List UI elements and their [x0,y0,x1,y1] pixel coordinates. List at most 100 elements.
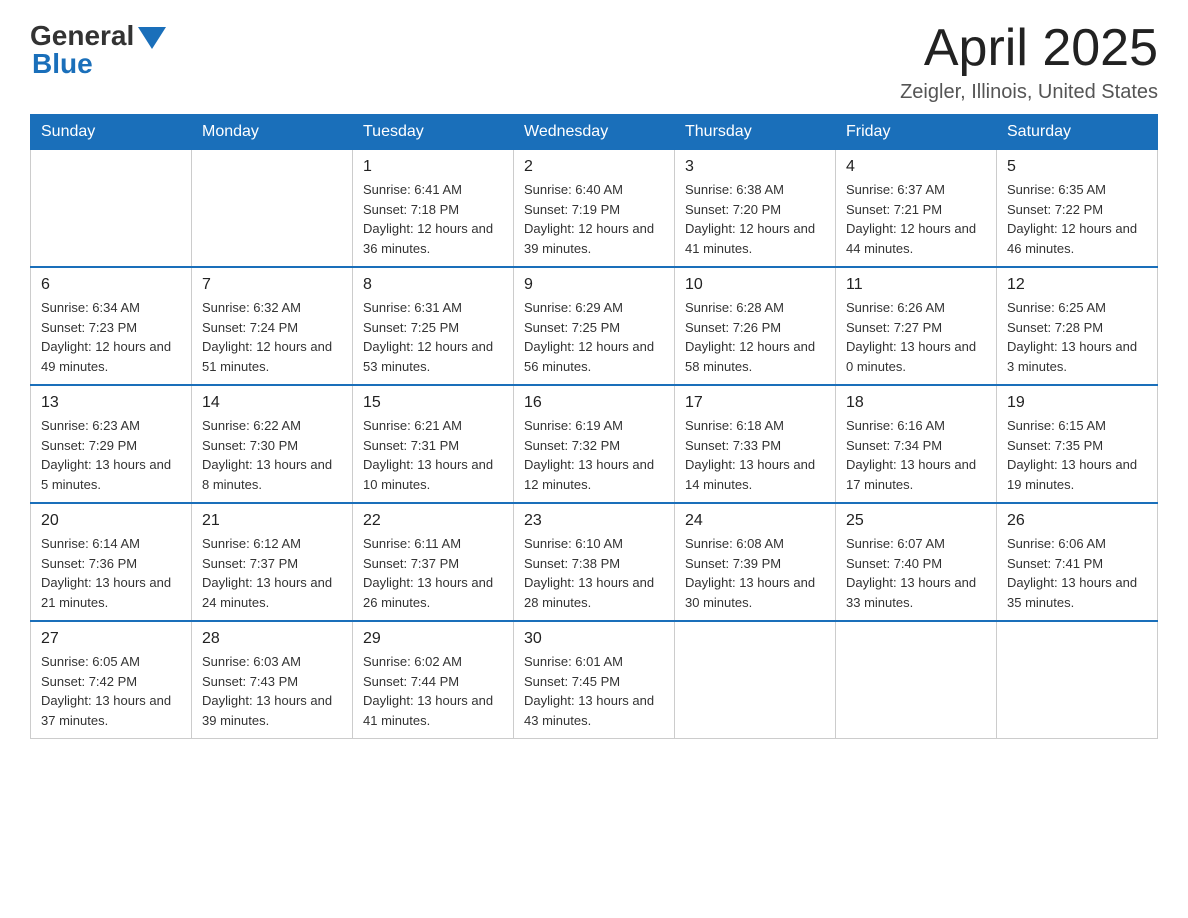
calendar-cell: 7Sunrise: 6:32 AMSunset: 7:24 PMDaylight… [192,267,353,385]
calendar-table: SundayMondayTuesdayWednesdayThursdayFrid… [30,114,1158,739]
day-info: Sunrise: 6:28 AMSunset: 7:26 PMDaylight:… [685,298,825,376]
logo-blue-text: Blue [32,48,93,80]
day-info: Sunrise: 6:11 AMSunset: 7:37 PMDaylight:… [363,534,503,612]
day-info: Sunrise: 6:05 AMSunset: 7:42 PMDaylight:… [41,652,181,730]
day-info: Sunrise: 6:41 AMSunset: 7:18 PMDaylight:… [363,180,503,258]
col-header-thursday: Thursday [675,115,836,150]
day-number: 8 [363,276,503,294]
calendar-cell: 24Sunrise: 6:08 AMSunset: 7:39 PMDayligh… [675,503,836,621]
calendar-cell: 13 Sunrise: 6:23 AMSunset: 7:29 PMDayligh… [31,385,192,503]
day-info: Sunrise: 6:40 AMSunset: 7:19 PMDaylight:… [524,180,664,258]
day-number: 3 [685,158,825,176]
calendar-cell: 3 Sunrise: 6:38 AMSunset: 7:20 PMDaylight… [675,150,836,268]
calendar-cell: 20 Sunrise: 6:14 AMSunset: 7:36 PMDayligh… [31,503,192,621]
day-info: Sunrise: 6:18 AMSunset: 7:33 PMDaylight:… [685,416,825,494]
day-info: Sunrise: 6:22 AMSunset: 7:30 PMDaylight:… [202,416,342,494]
calendar-cell: 4Sunrise: 6:37 AMSunset: 7:21 PMDaylight… [836,150,997,268]
calendar-cell: 10Sunrise: 6:28 AMSunset: 7:26 PMDayligh… [675,267,836,385]
day-info: Sunrise: 6:19 AMSunset: 7:32 PMDaylight:… [524,416,664,494]
calendar-cell: 19Sunrise: 6:15 AMSunset: 7:35 PMDayligh… [997,385,1158,503]
day-info: Sunrise: 6:35 AMSunset: 7:22 PMDaylight:… [1007,180,1147,258]
day-number: 23 [524,512,664,530]
day-info: Sunrise: 6:38 AMSunset: 7:20 PMDaylight:… [685,180,825,258]
day-number: 20 [41,512,181,530]
day-info: Sunrise: 6:21 AMSunset: 7:31 PMDaylight:… [363,416,503,494]
day-number: 6 [41,276,181,294]
calendar-cell: 15 Sunrise: 6:21 AMSunset: 7:31 PMDayligh… [353,385,514,503]
day-info: Sunrise: 6:07 AMSunset: 7:40 PMDaylight:… [846,534,986,612]
day-info: Sunrise: 6:01 AMSunset: 7:45 PMDaylight:… [524,652,664,730]
day-number: 18 [846,394,986,412]
logo: General Blue [30,20,166,80]
day-info: Sunrise: 6:34 AMSunset: 7:23 PMDaylight:… [41,298,181,376]
day-number: 29 [363,630,503,648]
calendar-cell: 22 Sunrise: 6:11 AMSunset: 7:37 PMDayligh… [353,503,514,621]
col-header-friday: Friday [836,115,997,150]
calendar-cell [192,150,353,268]
day-number: 21 [202,512,342,530]
day-number: 25 [846,512,986,530]
calendar-title: April 2025 [900,20,1158,77]
calendar-cell: 30 Sunrise: 6:01 AMSunset: 7:45 PMDayligh… [514,621,675,739]
day-number: 16 [524,394,664,412]
title-section: April 2025 Zeigler, Illinois, United Sta… [900,20,1158,104]
logo-icon [136,23,166,49]
calendar-cell: 29 Sunrise: 6:02 AMSunset: 7:44 PMDayligh… [353,621,514,739]
col-header-saturday: Saturday [997,115,1158,150]
day-number: 13 [41,394,181,412]
day-info: Sunrise: 6:23 AMSunset: 7:29 PMDaylight:… [41,416,181,494]
col-header-tuesday: Tuesday [353,115,514,150]
calendar-cell: 23 Sunrise: 6:10 AMSunset: 7:38 PMDayligh… [514,503,675,621]
day-number: 15 [363,394,503,412]
day-number: 11 [846,276,986,294]
calendar-cell [675,621,836,739]
calendar-header-row: SundayMondayTuesdayWednesdayThursdayFrid… [31,115,1158,150]
calendar-cell: 6 Sunrise: 6:34 AMSunset: 7:23 PMDaylight… [31,267,192,385]
calendar-cell: 16 Sunrise: 6:19 AMSunset: 7:32 PMDayligh… [514,385,675,503]
day-number: 4 [846,158,986,176]
day-number: 9 [524,276,664,294]
calendar-cell: 14 Sunrise: 6:22 AMSunset: 7:30 PMDayligh… [192,385,353,503]
col-header-monday: Monday [192,115,353,150]
calendar-cell: 27 Sunrise: 6:05 AMSunset: 7:42 PMDayligh… [31,621,192,739]
day-info: Sunrise: 6:26 AMSunset: 7:27 PMDaylight:… [846,298,986,376]
calendar-week-row: 13 Sunrise: 6:23 AMSunset: 7:29 PMDayligh… [31,385,1158,503]
calendar-cell: 26Sunrise: 6:06 AMSunset: 7:41 PMDayligh… [997,503,1158,621]
calendar-cell: 12Sunrise: 6:25 AMSunset: 7:28 PMDayligh… [997,267,1158,385]
calendar-week-row: 6 Sunrise: 6:34 AMSunset: 7:23 PMDaylight… [31,267,1158,385]
day-info: Sunrise: 6:06 AMSunset: 7:41 PMDaylight:… [1007,534,1147,612]
calendar-cell: 8Sunrise: 6:31 AMSunset: 7:25 PMDaylight… [353,267,514,385]
day-number: 30 [524,630,664,648]
calendar-cell: 21 Sunrise: 6:12 AMSunset: 7:37 PMDayligh… [192,503,353,621]
day-number: 12 [1007,276,1147,294]
day-info: Sunrise: 6:12 AMSunset: 7:37 PMDaylight:… [202,534,342,612]
calendar-cell: 5 Sunrise: 6:35 AMSunset: 7:22 PMDaylight… [997,150,1158,268]
calendar-cell: 25 Sunrise: 6:07 AMSunset: 7:40 PMDayligh… [836,503,997,621]
day-info: Sunrise: 6:29 AMSunset: 7:25 PMDaylight:… [524,298,664,376]
calendar-subtitle: Zeigler, Illinois, United States [900,81,1158,104]
calendar-cell: 1 Sunrise: 6:41 AMSunset: 7:18 PMDaylight… [353,150,514,268]
day-number: 19 [1007,394,1147,412]
calendar-week-row: 27 Sunrise: 6:05 AMSunset: 7:42 PMDayligh… [31,621,1158,739]
col-header-wednesday: Wednesday [514,115,675,150]
calendar-cell: 11 Sunrise: 6:26 AMSunset: 7:27 PMDayligh… [836,267,997,385]
calendar-cell: 17 Sunrise: 6:18 AMSunset: 7:33 PMDayligh… [675,385,836,503]
page-header: General Blue April 2025 Zeigler, Illinoi… [30,20,1158,104]
calendar-cell: 28Sunrise: 6:03 AMSunset: 7:43 PMDayligh… [192,621,353,739]
day-number: 17 [685,394,825,412]
day-number: 14 [202,394,342,412]
day-number: 7 [202,276,342,294]
day-number: 24 [685,512,825,530]
day-info: Sunrise: 6:02 AMSunset: 7:44 PMDaylight:… [363,652,503,730]
day-info: Sunrise: 6:10 AMSunset: 7:38 PMDaylight:… [524,534,664,612]
day-number: 27 [41,630,181,648]
col-header-sunday: Sunday [31,115,192,150]
calendar-cell [836,621,997,739]
day-number: 28 [202,630,342,648]
day-number: 5 [1007,158,1147,176]
day-number: 22 [363,512,503,530]
day-info: Sunrise: 6:16 AMSunset: 7:34 PMDaylight:… [846,416,986,494]
calendar-cell [31,150,192,268]
day-info: Sunrise: 6:14 AMSunset: 7:36 PMDaylight:… [41,534,181,612]
day-number: 1 [363,158,503,176]
